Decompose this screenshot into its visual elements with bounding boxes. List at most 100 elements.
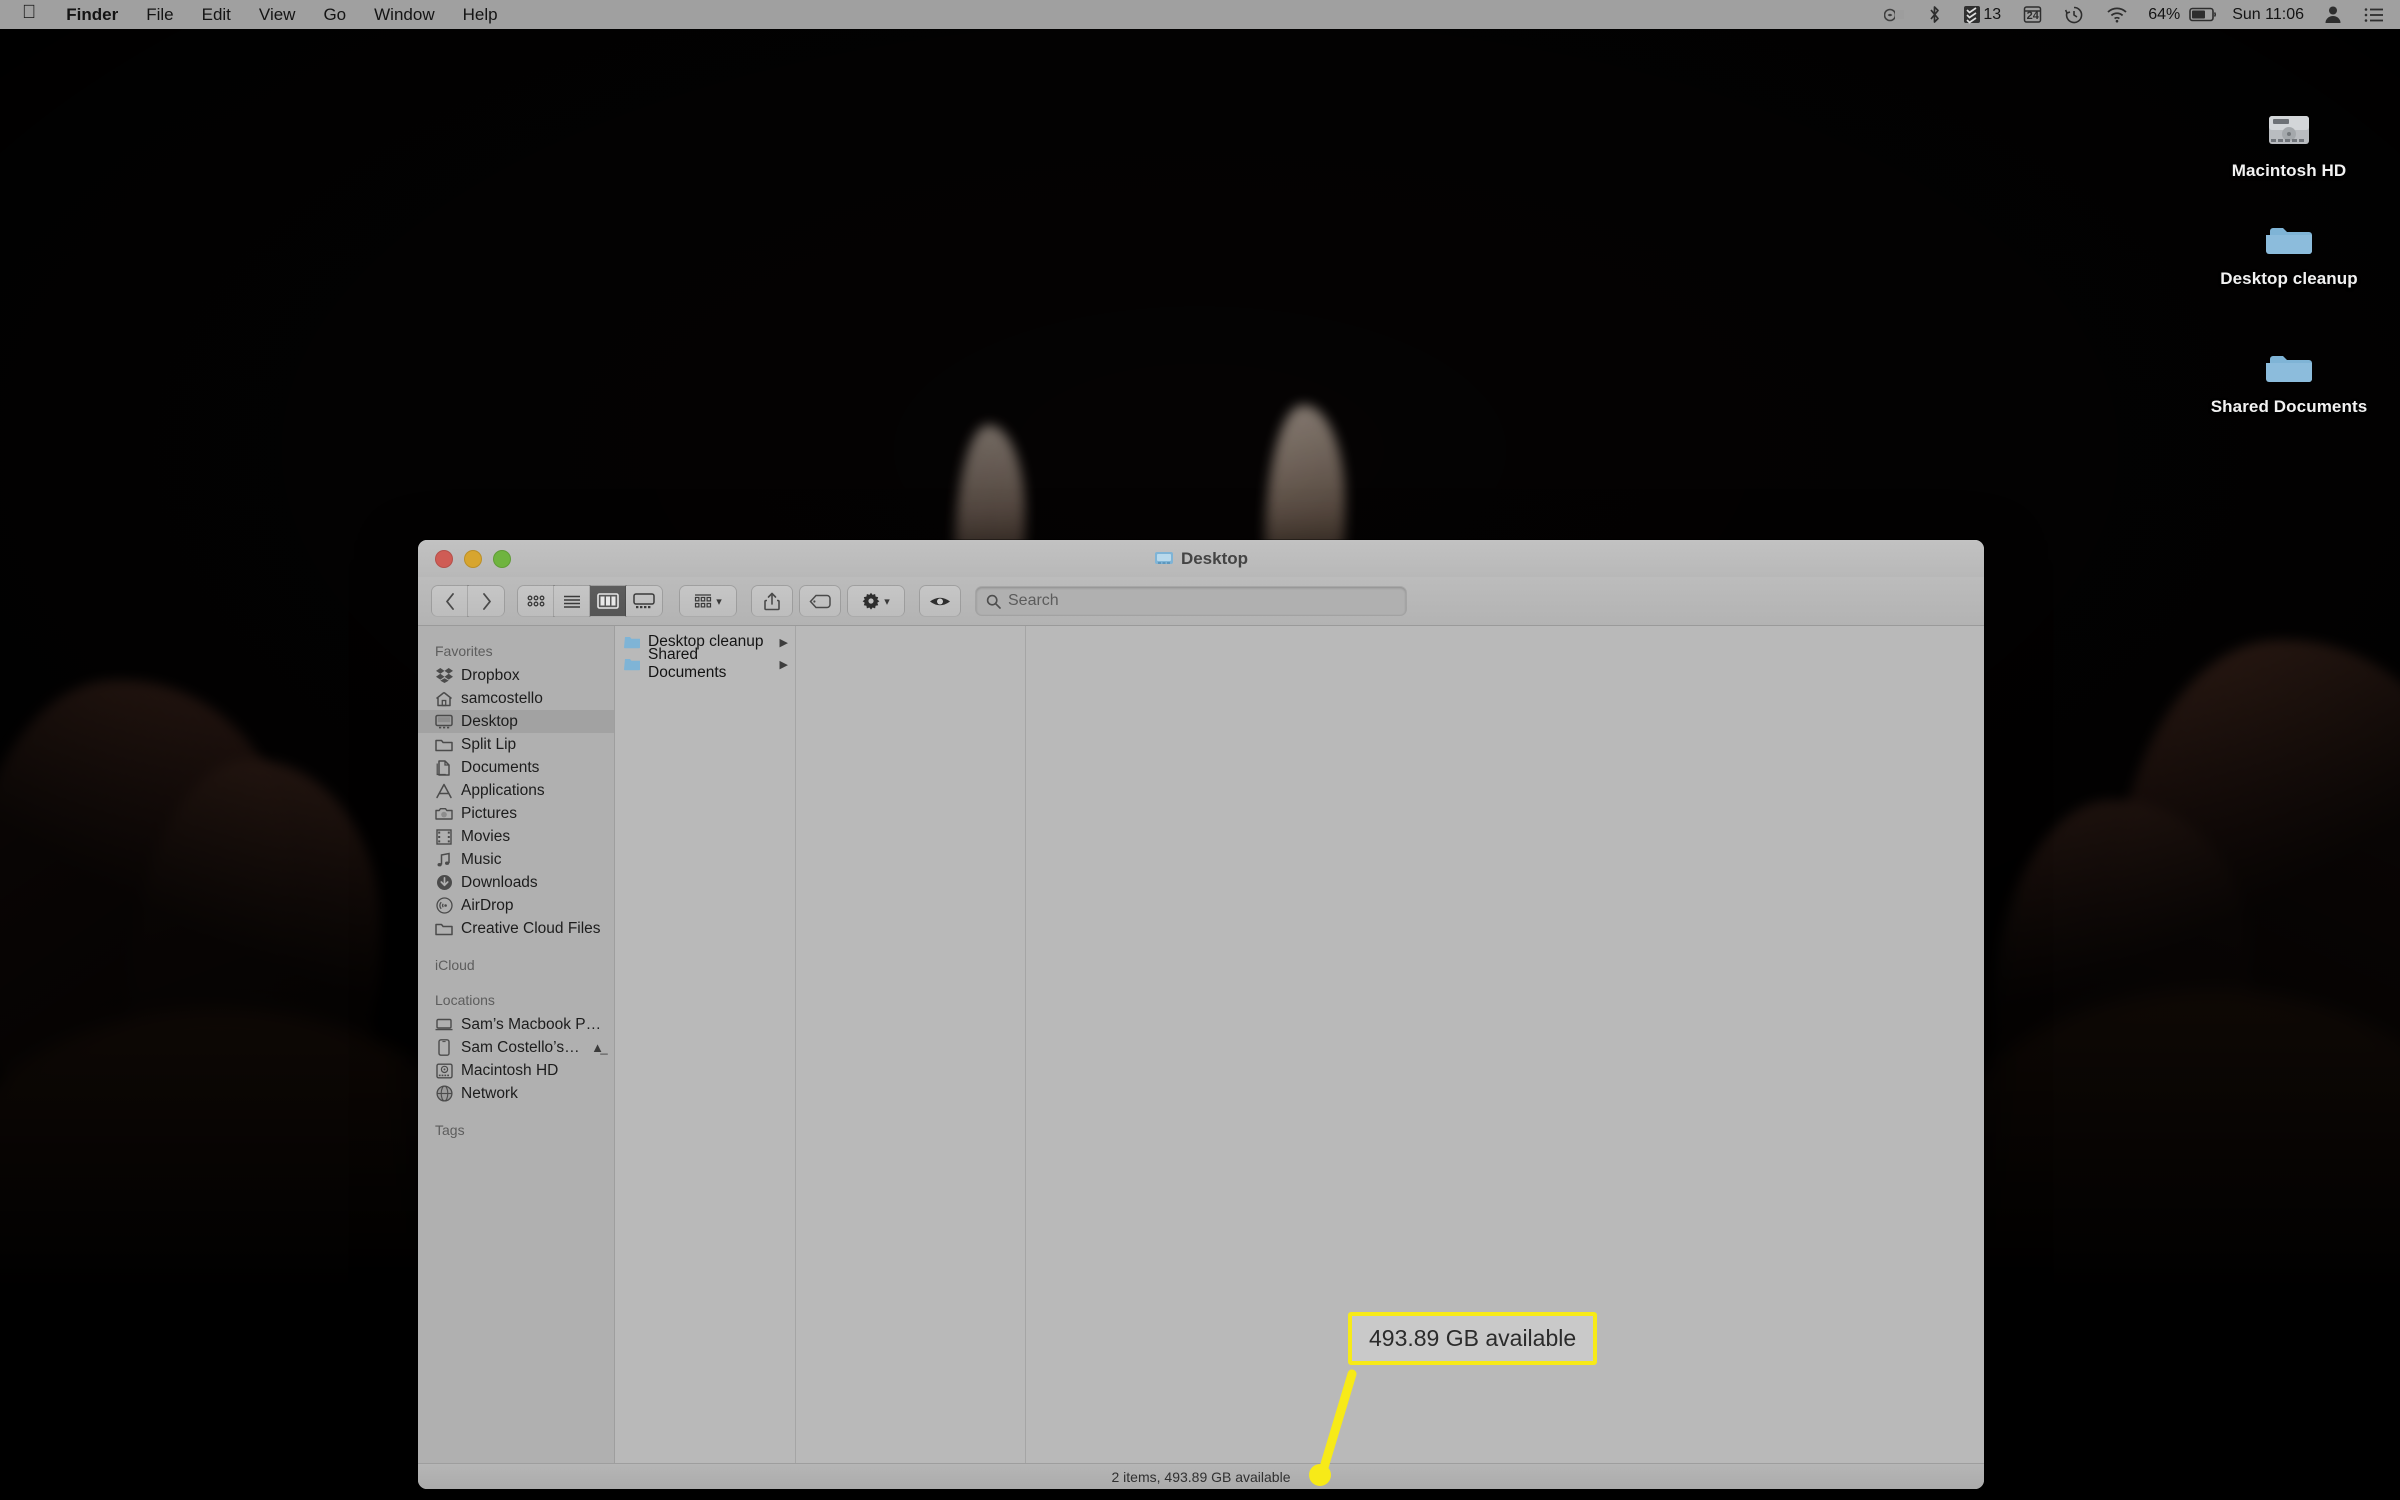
sidebar-item-downloads[interactable]: Downloads <box>418 871 614 894</box>
sidebar-item-sams-macbook-pro[interactable]: Sam’s Macbook Pro (3) <box>418 1013 614 1036</box>
finder-column-1[interactable]: Desktop cleanup ▶ Shared Documents ▶ <box>615 626 796 1463</box>
eject-icon[interactable]: ▲̲ <box>591 1040 604 1055</box>
menu-bar-clock[interactable]: Sun 11:06 <box>2223 6 2313 24</box>
battery-icon[interactable] <box>2189 0 2223 29</box>
menu-item-go[interactable]: Go <box>309 0 360 29</box>
menu-item-finder[interactable]: Finder <box>52 0 132 29</box>
list-menu-icon[interactable] <box>2353 0 2386 29</box>
sidebar-item-sam-costellos-iphone[interactable]: Sam Costello’s iPhone ▲̲ <box>418 1036 614 1059</box>
laptop-icon <box>435 1016 453 1034</box>
list-item[interactable]: Shared Documents ▶ <box>615 646 795 681</box>
zoom-button[interactable] <box>493 549 511 568</box>
iphone-icon <box>435 1039 453 1057</box>
navigation-buttons <box>432 586 504 616</box>
home-icon <box>435 690 453 708</box>
dropbox-icon[interactable] <box>1873 0 1917 29</box>
menu-item-help[interactable]: Help <box>449 0 512 29</box>
sidebar-item-movies[interactable]: Movies <box>418 825 614 848</box>
gear-icon[interactable]: ▾ <box>848 586 904 616</box>
sidebar-item-label: Applications <box>461 781 545 799</box>
eye-quicklook-icon[interactable] <box>920 586 960 616</box>
desktop-icon-desktop-cleanup[interactable]: Desktop cleanup <box>2201 200 2377 289</box>
sidebar-item-label: samcostello <box>461 689 543 707</box>
sidebar-item-label: Macintosh HD <box>461 1061 559 1079</box>
sidebar-item-network[interactable]: Network <box>418 1082 614 1105</box>
finder-column-2[interactable] <box>796 626 1026 1463</box>
sidebar-item-label: Pictures <box>461 804 517 822</box>
arrange-grid-icon[interactable]: ▾ <box>680 586 736 616</box>
list-view-icon[interactable] <box>554 586 590 616</box>
sidebar-item-documents[interactable]: Documents <box>418 756 614 779</box>
sidebar-item-airdrop[interactable]: AirDrop <box>418 894 614 917</box>
menu-item-edit[interactable]: Edit <box>188 0 245 29</box>
sidebar-item-label: Movies <box>461 827 511 845</box>
folder-icon <box>624 657 641 671</box>
finder-toolbar: ▾ ▾ Search <box>418 577 1984 626</box>
menu-item-view[interactable]: View <box>245 0 310 29</box>
sidebar-item-label: AirDrop <box>461 896 514 914</box>
things-tasks-icon[interactable]: 13 <box>1952 0 2012 29</box>
callout-available-space: 493.89 GB available <box>1348 1312 1598 1365</box>
forward-arrow-icon[interactable] <box>468 586 504 616</box>
column-view-icon[interactable] <box>590 586 626 616</box>
bluetooth-icon[interactable] <box>1917 0 1952 29</box>
window-title-text: Desktop <box>1180 548 1249 568</box>
downloads-icon <box>435 874 453 892</box>
sidebar-item-applications[interactable]: Applications <box>418 779 614 802</box>
icon-view-icon[interactable] <box>518 586 554 616</box>
menu-bar:  Finder File Edit View Go Window Help <box>0 0 2400 29</box>
tag-icon[interactable] <box>800 586 840 616</box>
hard-drive-icon <box>435 1062 453 1080</box>
time-machine-icon[interactable] <box>2053 0 2095 29</box>
menu-item-file[interactable]: File <box>132 0 187 29</box>
share-icon[interactable] <box>752 586 792 616</box>
sidebar-item-label: Dropbox <box>461 666 520 684</box>
menu-item-window[interactable]: Window <box>360 0 448 29</box>
view-mode-buttons <box>518 586 662 616</box>
dropbox-icon <box>435 667 453 685</box>
search-placeholder: Search <box>1008 592 1059 609</box>
finder-body: Favorites Dropbox samcostello Desktop Sp… <box>418 626 1984 1463</box>
music-note-icon <box>435 851 453 869</box>
search-input[interactable]: Search <box>976 587 1406 615</box>
user-account-icon[interactable] <box>2313 0 2353 29</box>
sidebar-item-macintosh-hd[interactable]: Macintosh HD <box>418 1059 614 1082</box>
calendar-day: 24 <box>2026 10 2039 22</box>
sidebar-item-desktop[interactable]: Desktop <box>418 710 614 733</box>
finder-sidebar[interactable]: Favorites Dropbox samcostello Desktop Sp… <box>418 626 615 1463</box>
sidebar-item-dropbox[interactable]: Dropbox <box>418 664 614 687</box>
close-button[interactable] <box>435 549 453 568</box>
finder-status-bar: 2 items, 493.89 GB available <box>418 1463 1984 1489</box>
status-bar-text: 2 items, 493.89 GB available <box>1111 1468 1291 1485</box>
folder-icon <box>435 920 453 938</box>
folder-icon <box>2201 200 2377 262</box>
wifi-icon[interactable] <box>2095 0 2139 29</box>
finder-window[interactable]: Desktop ▾ ▾ Search Favorites Dropbox sam… <box>418 540 1984 1489</box>
sidebar-section-icloud: iCloud <box>435 957 475 973</box>
callout-text: 493.89 GB available <box>1369 1325 1577 1351</box>
sidebar-item-music[interactable]: Music <box>418 848 614 871</box>
gallery-view-icon[interactable] <box>626 586 662 616</box>
back-arrow-icon[interactable] <box>432 586 468 616</box>
calendar-icon[interactable]: 24 <box>2012 0 2053 29</box>
desktop-icon-label: Desktop cleanup <box>2220 269 2358 288</box>
desktop-icon-macintosh-hd[interactable]: Macintosh HD <box>2201 92 2377 181</box>
window-controls <box>418 549 511 568</box>
apple-logo-icon[interactable]:  <box>12 0 52 29</box>
hard-drive-icon <box>2201 92 2377 154</box>
sidebar-item-split-lip[interactable]: Split Lip <box>418 733 614 756</box>
sidebar-item-label: Sam’s Macbook Pro (3) <box>461 1015 604 1033</box>
applications-icon <box>435 782 453 800</box>
minimize-button[interactable] <box>464 549 482 568</box>
sidebar-item-samcostello[interactable]: samcostello <box>418 687 614 710</box>
window-title-bar[interactable]: Desktop <box>418 540 1984 577</box>
sidebar-item-pictures[interactable]: Pictures <box>418 802 614 825</box>
movies-film-icon <box>435 828 453 846</box>
sidebar-section-locations: Locations <box>435 992 495 1008</box>
chevron-down-icon: ▾ <box>884 595 890 608</box>
sidebar-item-creative-cloud-files[interactable]: Creative Cloud Files <box>418 917 614 940</box>
desktop-icon-label: Shared Documents <box>2210 397 2368 416</box>
chevron-right-icon: ▶ <box>779 636 788 649</box>
sidebar-section-tags: Tags <box>435 1122 465 1138</box>
desktop-icon-shared-documents[interactable]: Shared Documents <box>2201 328 2377 417</box>
